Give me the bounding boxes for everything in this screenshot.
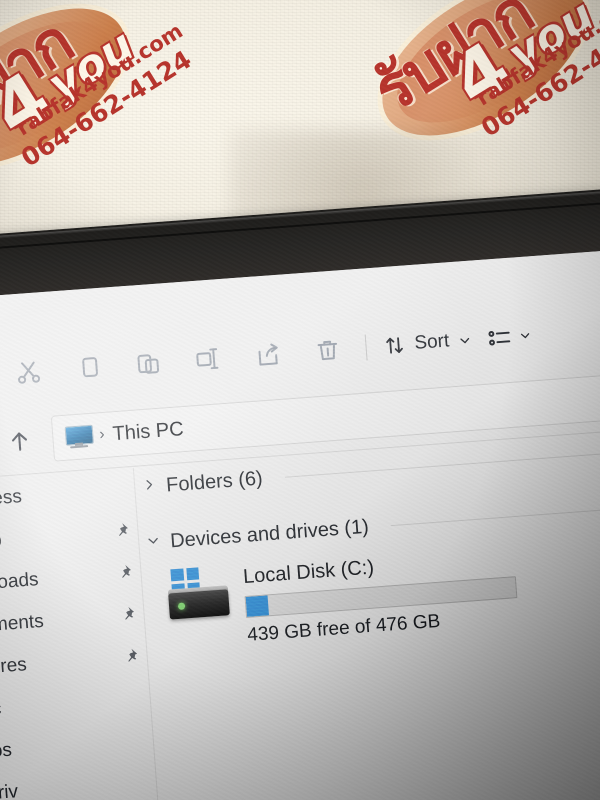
sort-label: Sort xyxy=(413,330,451,354)
chevron-down-icon xyxy=(146,533,161,552)
toolbar-divider xyxy=(364,334,368,361)
pin-icon xyxy=(122,647,139,668)
breadcrumb-separator: › xyxy=(98,425,106,444)
sort-button[interactable]: Sort xyxy=(373,317,482,369)
sidebar-item-label: ktop xyxy=(0,529,3,554)
sidebar-item-label: access xyxy=(0,486,23,512)
sort-arrows-icon xyxy=(386,337,403,354)
group-label: Devices and drives (1) xyxy=(169,515,370,552)
pin-icon xyxy=(119,605,136,626)
sidebar-item-label: cuments xyxy=(0,610,45,638)
sidebar-item-label: eos xyxy=(0,739,13,763)
cut-button[interactable] xyxy=(0,348,60,396)
group-rule xyxy=(390,502,600,526)
chevron-right-icon xyxy=(142,477,157,496)
paste-button[interactable] xyxy=(117,339,180,387)
up-button[interactable] xyxy=(0,426,47,456)
arrow-up-icon xyxy=(11,432,27,451)
copy-button[interactable] xyxy=(57,344,120,392)
delete-button[interactable] xyxy=(296,326,359,374)
laptop-screen: Sort › This PC access ktop wnloads cumen… xyxy=(0,244,600,800)
sidebar-item-label: wnloads xyxy=(0,569,40,596)
drive-capacity-fill xyxy=(245,595,269,617)
pin-icon xyxy=(116,563,133,584)
sidebar-item-label: sic xyxy=(0,698,3,721)
this-pc-icon xyxy=(64,424,94,449)
view-list-icon xyxy=(488,331,511,346)
pin-icon xyxy=(113,521,130,542)
group-label: Folders (6) xyxy=(165,466,264,496)
hard-drive-icon xyxy=(164,565,232,626)
view-chevron-down-icon xyxy=(520,333,530,339)
photo-of-laptop-screen: รับฝาก 4 you rabfak4you.com 064-662-4124… xyxy=(0,0,600,800)
drive-item-local-disk-c[interactable]: Local Disk (C:) 439 GB free of 476 GB xyxy=(164,544,519,652)
file-list-pane: Folders (6) Devices and drives (1) Local… xyxy=(135,426,600,800)
sort-chevron-down-icon xyxy=(460,337,470,343)
rename-button[interactable] xyxy=(177,335,240,383)
share-button[interactable] xyxy=(236,331,299,379)
view-button[interactable] xyxy=(479,313,540,361)
file-explorer-window: Sort › This PC access ktop wnloads cumen… xyxy=(0,244,600,800)
sidebar-item-label: ctures xyxy=(0,654,28,679)
breadcrumb-current[interactable]: This PC xyxy=(112,418,185,446)
sidebar-item-label: Driv xyxy=(0,781,19,800)
